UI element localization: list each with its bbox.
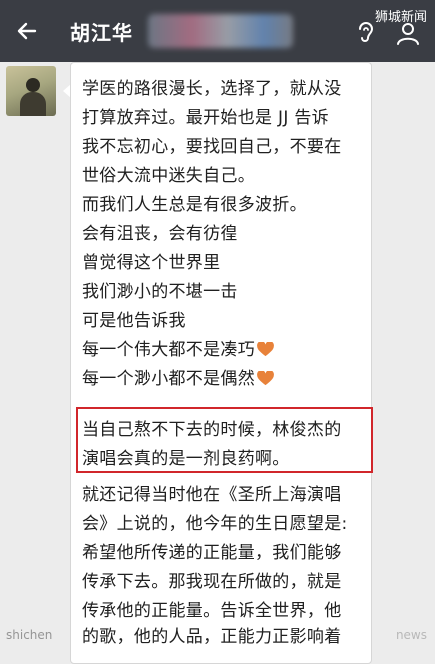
blurred-name-overlay xyxy=(148,14,293,48)
message-line: 会有沮丧，会有彷徨 xyxy=(82,224,238,244)
back-button[interactable] xyxy=(12,16,42,46)
message-line: 我们渺小的不堪一击 xyxy=(82,282,238,302)
sender-avatar[interactable] xyxy=(6,66,56,116)
message-line: 可是他告诉我 xyxy=(82,311,186,331)
message-line-text: 每一个伟大都不是凑巧 xyxy=(82,340,255,360)
message-line: 会》上说的，他今年的生日愿望是: xyxy=(82,514,348,534)
message-line: 学医的路很漫长，选择了，就从没 xyxy=(82,79,342,99)
chat-header: 胡江华 狮城新闻 xyxy=(0,0,435,62)
message-line-with-heart: 每一个伟大都不是凑巧 xyxy=(82,335,274,360)
message-line: 的歌，他的人品，正能力正影响着 xyxy=(82,627,342,647)
watermark-top: 狮城新闻 xyxy=(374,10,427,25)
message-line: 就还记得当时他在《圣所上海演唱 xyxy=(82,485,342,505)
watermark-bottom-right: news xyxy=(395,628,427,642)
avatar-body-shape xyxy=(20,92,46,116)
message-line: 打算放弃过。最开始也是 JJ 告诉 xyxy=(82,108,329,128)
orange-heart-icon xyxy=(257,371,274,386)
message-line: 而我们人生总是有很多波折。 xyxy=(82,195,307,215)
orange-heart-icon xyxy=(257,342,274,357)
message-line: 曾觉得这个世界里 xyxy=(82,253,221,273)
message-line: 传承他的正能量。告诉全世界，他 xyxy=(82,601,342,621)
message-line-with-heart: 每一个渺小都不是偶然 xyxy=(82,364,274,389)
back-arrow-icon xyxy=(17,22,37,40)
contact-name: 胡江华 xyxy=(70,21,133,45)
earpiece-mode-icon[interactable] xyxy=(355,20,377,44)
message-line: 希望他所传递的正能量，我们能够 xyxy=(82,543,342,563)
message-line: 传承下去。那我现在所做的，就是 xyxy=(82,572,342,592)
watermark-bottom-left: shichen xyxy=(6,628,53,642)
message-line: 世俗大流中迷失自己。 xyxy=(82,166,255,186)
avatar-head-shape xyxy=(26,78,40,92)
message-line-text: 每一个渺小都不是偶然 xyxy=(82,369,255,389)
message-line: 我不忘初心，要找回自己，不要在 xyxy=(82,137,342,157)
red-highlight-box xyxy=(76,407,373,473)
